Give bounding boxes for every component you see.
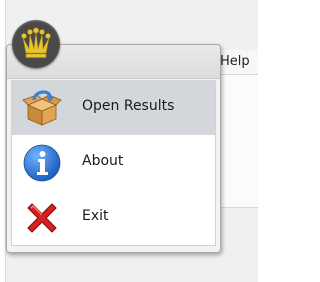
application-menu: Open Results About Exit	[6, 44, 221, 253]
menu-item-open-results[interactable]: Open Results	[12, 81, 215, 135]
menu-item-about[interactable]: About	[12, 136, 215, 190]
info-icon	[23, 144, 61, 182]
menu-item-exit[interactable]: Exit	[12, 191, 215, 245]
crown-icon	[21, 27, 51, 58]
close-x-icon	[27, 203, 57, 233]
menu-item-label: About	[82, 153, 124, 169]
tab-help[interactable]: Help	[220, 54, 250, 69]
menu-item-label: Open Results	[82, 98, 175, 114]
menu-item-list: Open Results About Exit	[11, 80, 216, 246]
open-box-icon	[22, 90, 62, 126]
menu-item-label: Exit	[82, 208, 109, 224]
application-menu-button[interactable]	[12, 20, 60, 68]
